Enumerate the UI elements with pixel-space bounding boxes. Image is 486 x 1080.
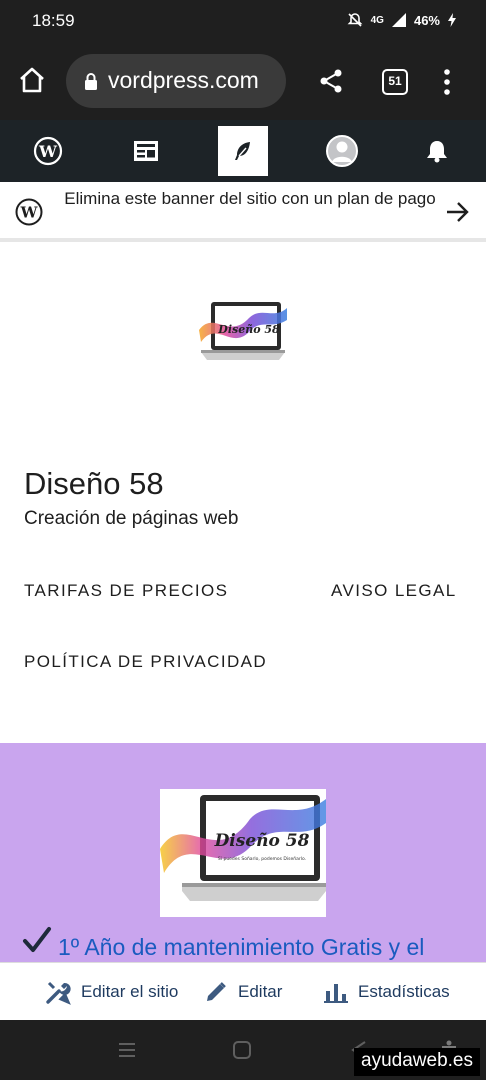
edit-button[interactable]: Editar [204, 963, 282, 1021]
hero-logo-text: Diseño 58 [214, 831, 310, 851]
tools-icon [46, 981, 71, 1005]
hero-logo-subtext: Si puedes Soñarlo, podemos Diseñarlo. [218, 856, 306, 862]
home-nav-icon[interactable] [232, 1040, 252, 1060]
menu-icon[interactable] [443, 69, 451, 95]
status-time: 18:59 [32, 11, 75, 30]
lock-icon[interactable] [84, 73, 98, 90]
edit-site-label: Editar el sitio [81, 982, 179, 1001]
wp-admin-toolbar: W [0, 120, 486, 182]
nav-link-privacy[interactable]: POLÍTICA DE PRIVACIDAD [24, 652, 267, 672]
edit-label: Editar [238, 982, 283, 1001]
site-tagline: Creación de páginas web [24, 508, 239, 529]
watermark: ayudaweb.es [354, 1048, 480, 1076]
stats-label: Estadísticas [358, 982, 450, 1001]
edit-bar: Editar el sitio Editar Estadísticas [0, 962, 486, 1020]
nav-link-pricing[interactable]: TARIFAS DE PRECIOS [24, 581, 228, 601]
wordpress-logo-icon: W [15, 198, 43, 226]
svg-text:W: W [38, 142, 58, 161]
url-bar[interactable]: vordpress.com [66, 54, 286, 108]
site-title[interactable]: Diseño 58 [24, 466, 164, 502]
site-logo[interactable]: Diseño 58 [199, 300, 287, 366]
status-bar: 18:59 4G 46% [0, 0, 486, 42]
signal-icon [391, 13, 406, 27]
mute-icon [347, 13, 363, 27]
upgrade-banner[interactable]: W Elimina este banner del sitio con un p… [0, 182, 486, 242]
nav-link-legal[interactable]: AVISO LEGAL [331, 581, 457, 601]
stats-button[interactable]: Estadísticas [324, 963, 450, 1021]
banner-text[interactable]: Elimina este banner del sitio con un pla… [60, 184, 440, 213]
svg-text:W: W [20, 204, 39, 222]
battery-percent: 46% [413, 12, 440, 28]
battery-icon [448, 13, 456, 27]
browser-toolbar: vordpress.com 51 [0, 42, 486, 120]
tabs-button[interactable]: 51 [382, 69, 408, 95]
android-nav-bar: ayudaweb.es [0, 1020, 486, 1080]
url-text[interactable]: vordpress.com [108, 67, 284, 94]
hero-image: Diseño 58 Si puedes Soñarlo, podemos Dis… [160, 789, 326, 917]
hero-first-item: 1º Año de mantenimiento Gratis y el [58, 934, 425, 960]
wordpress-icon[interactable]: W [23, 126, 73, 176]
avatar[interactable] [317, 126, 367, 176]
notifications-icon[interactable] [412, 126, 462, 176]
stats-icon [324, 984, 348, 1003]
share-icon[interactable] [318, 68, 344, 94]
home-icon[interactable] [18, 66, 46, 94]
arrow-right-icon[interactable] [445, 200, 471, 224]
editor-icon[interactable] [218, 126, 268, 176]
checkmark-icon [23, 927, 51, 952]
network-label: 4G [370, 14, 384, 26]
site-logo-text: Diseño 58 [217, 323, 280, 336]
reader-icon[interactable] [121, 126, 171, 176]
recent-apps-icon[interactable] [117, 1040, 137, 1060]
pencil-icon [207, 982, 226, 1001]
edit-site-button[interactable]: Editar el sitio [45, 963, 178, 1021]
status-icons: 4G 46% [347, 12, 456, 28]
